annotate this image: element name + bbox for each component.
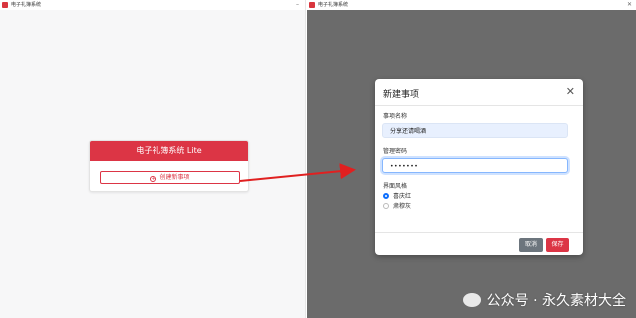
radio-checked-icon (383, 193, 389, 199)
right-window: 电子礼簿系统 ✕ 新建事项 ✕ 事项名称 分享还请喝酒 管理密码 •••••••… (307, 0, 636, 318)
theme-option-red[interactable]: 喜庆红 (383, 193, 411, 201)
close-icon[interactable]: ✕ (566, 85, 575, 98)
password-label: 管理密码 (383, 148, 408, 155)
app-icon (309, 2, 315, 8)
item-name-input[interactable]: 分享还请喝酒 (382, 123, 568, 138)
theme-option-label: 肃穆灰 (393, 203, 412, 210)
password-input[interactable]: ••••••• (382, 158, 568, 173)
right-titlebar: 电子礼簿系统 ✕ (307, 0, 636, 10)
create-new-item-button[interactable]: + 创建新事项 (100, 171, 240, 184)
left-window: 电子礼簿系统 – 电子礼簿系统 Lite + 创建新事项 (0, 0, 306, 318)
wechat-icon (462, 293, 481, 307)
left-titlebar: 电子礼簿系统 – (0, 0, 305, 10)
right-window-title: 电子礼簿系统 (318, 2, 349, 8)
new-item-dialog: 新建事项 ✕ 事项名称 分享还请喝酒 管理密码 ••••••• 界面风格 喜庆红… (375, 79, 583, 255)
card-header: 电子礼簿系统 Lite (90, 141, 248, 161)
left-window-title: 电子礼簿系统 (11, 2, 42, 8)
watermark-text: 公众号 · 永久素材大全 (486, 293, 626, 309)
app-icon (2, 2, 8, 8)
watermark: 公众号 · 永久素材大全 (462, 290, 626, 310)
dialog-title: 新建事项 (383, 90, 420, 100)
theme-label: 界面风格 (383, 183, 408, 190)
home-card: 电子礼簿系统 Lite + 创建新事项 (89, 140, 249, 192)
minimize-icon[interactable]: – (296, 0, 299, 10)
radio-unchecked-icon (383, 203, 389, 209)
window-close-icon[interactable]: ✕ (627, 0, 632, 10)
create-button-label: 创建新事项 (159, 174, 190, 181)
save-button[interactable]: 保存 (546, 238, 569, 252)
screenshot-root: 电子礼簿系统 – 电子礼簿系统 Lite + 创建新事项 电子礼簿系统 ✕ 新建事… (0, 0, 636, 318)
item-name-label: 事项名称 (383, 113, 408, 120)
dialog-header: 新建事项 ✕ (375, 79, 583, 106)
plus-circle-icon: + (150, 176, 157, 182)
dialog-footer: 取消 保存 (375, 232, 583, 255)
theme-option-label: 喜庆红 (393, 193, 412, 200)
cancel-button[interactable]: 取消 (519, 238, 543, 252)
theme-option-gray[interactable]: 肃穆灰 (383, 203, 411, 211)
